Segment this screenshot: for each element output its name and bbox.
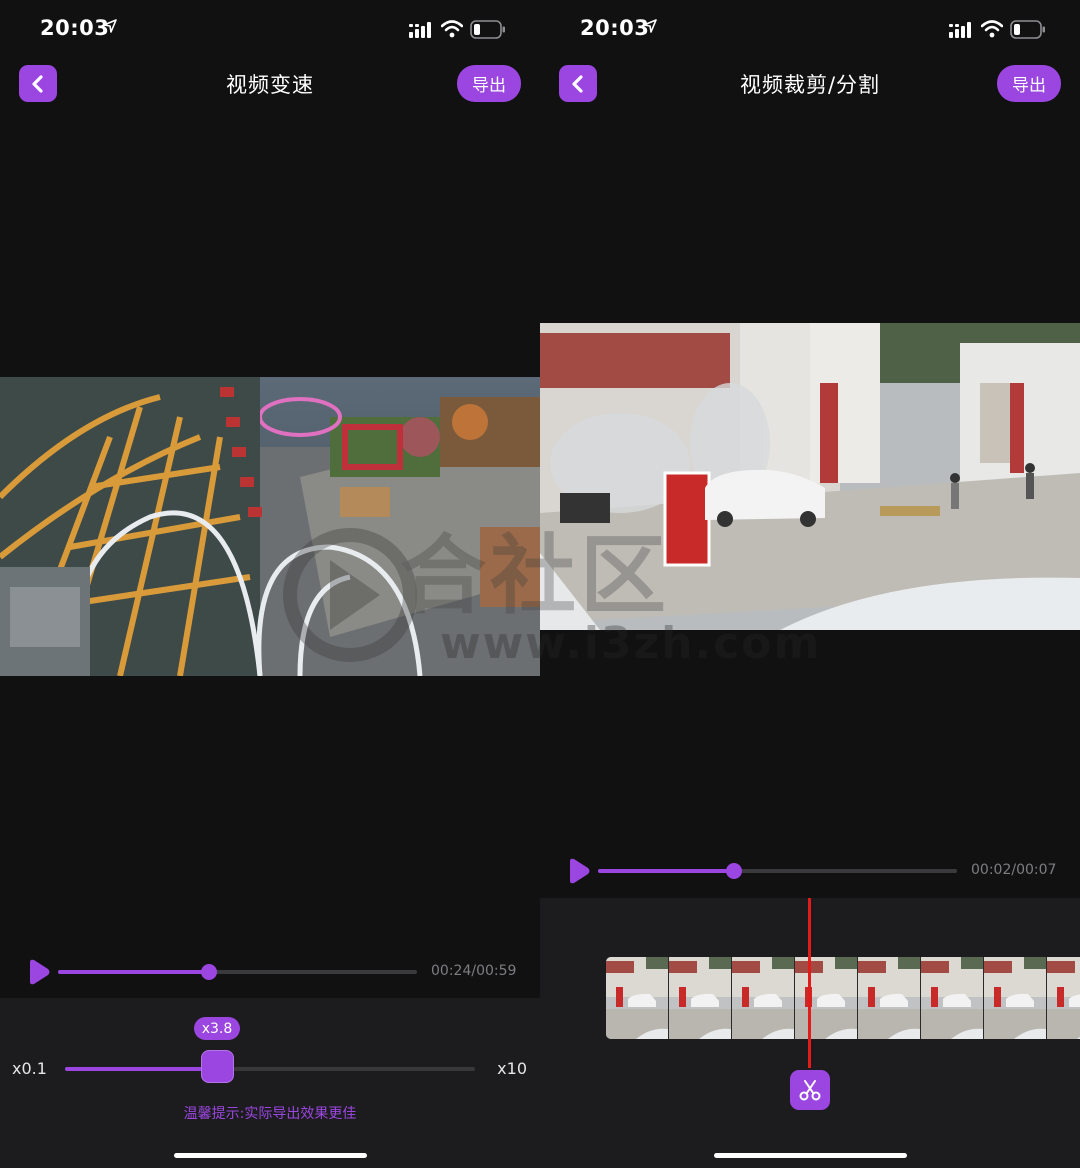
filmstrip-frame	[669, 957, 732, 1039]
wifi-icon	[981, 20, 1003, 38]
wifi-icon	[441, 20, 463, 38]
filmstrip-frame	[1047, 957, 1080, 1039]
video-preview[interactable]	[0, 377, 540, 676]
cellular-signal-icon	[949, 22, 971, 38]
export-button[interactable]: 导出	[997, 65, 1061, 102]
video-preview[interactable]	[540, 323, 1080, 630]
location-icon	[643, 19, 657, 33]
playback-track[interactable]	[598, 863, 957, 879]
speed-panel: x3.8 x0.1 x10 温馨提示:实际导出效果更佳	[0, 998, 540, 1168]
filmstrip-frame	[606, 957, 669, 1039]
nav-bar: 视频变速 导出	[0, 60, 540, 108]
scissors-icon	[799, 1080, 821, 1101]
nav-bar: 视频裁剪/分割 导出	[540, 60, 1080, 108]
home-indicator	[714, 1153, 907, 1158]
filmstrip[interactable]	[606, 957, 1080, 1039]
speed-slider-track[interactable]	[65, 1067, 475, 1071]
status-bar: 20:03	[540, 0, 1080, 60]
playback-time: 00:02/00:07	[971, 862, 1057, 878]
playback-time: 00:24/00:59	[431, 963, 517, 979]
street-video-frame	[540, 323, 1080, 630]
playback-track[interactable]	[58, 964, 417, 980]
split-playhead[interactable]	[808, 898, 811, 1068]
split-button[interactable]	[790, 1070, 830, 1110]
speed-slider-fill	[65, 1067, 217, 1071]
location-icon	[103, 19, 117, 33]
filmstrip-frame	[732, 957, 795, 1039]
playback-progress	[598, 869, 734, 873]
speed-max-label: x10	[497, 1059, 527, 1078]
export-button[interactable]: 导出	[457, 65, 521, 102]
cellular-signal-icon	[409, 22, 431, 38]
playback-knob[interactable]	[726, 863, 742, 879]
home-indicator	[174, 1153, 367, 1158]
speed-min-label: x0.1	[12, 1059, 47, 1078]
play-icon[interactable]	[565, 858, 591, 884]
status-time: 20:03	[580, 16, 650, 40]
export-tip: 温馨提示:实际导出效果更佳	[183, 1106, 357, 1122]
trim-screen: 20:03 视频裁剪/分割 导出 00:02/00:07	[540, 0, 1080, 1168]
status-time: 20:03	[40, 16, 110, 40]
play-icon[interactable]	[25, 959, 51, 985]
filmstrip-frame	[984, 957, 1047, 1039]
filmstrip-frame	[795, 957, 858, 1039]
battery-icon	[470, 20, 505, 39]
playback-knob[interactable]	[201, 964, 217, 980]
roller-coaster-video-frame	[0, 377, 540, 676]
battery-icon	[1010, 20, 1045, 39]
speed-value-badge: x3.8	[194, 1017, 240, 1040]
filmstrip-frame	[858, 957, 921, 1039]
playback-bar: 00:24/00:59	[0, 957, 540, 987]
playback-bar: 00:02/00:07	[540, 856, 1080, 886]
filmstrip-frame	[921, 957, 984, 1039]
speed-screen: 20:03 视频变速 导出 00:24/00:59 x3.8 x0.1 x10 …	[0, 0, 540, 1168]
trim-timeline-panel	[540, 898, 1080, 1168]
status-bar: 20:03	[0, 0, 540, 60]
playback-progress	[58, 970, 209, 974]
speed-slider-knob[interactable]	[201, 1050, 234, 1083]
